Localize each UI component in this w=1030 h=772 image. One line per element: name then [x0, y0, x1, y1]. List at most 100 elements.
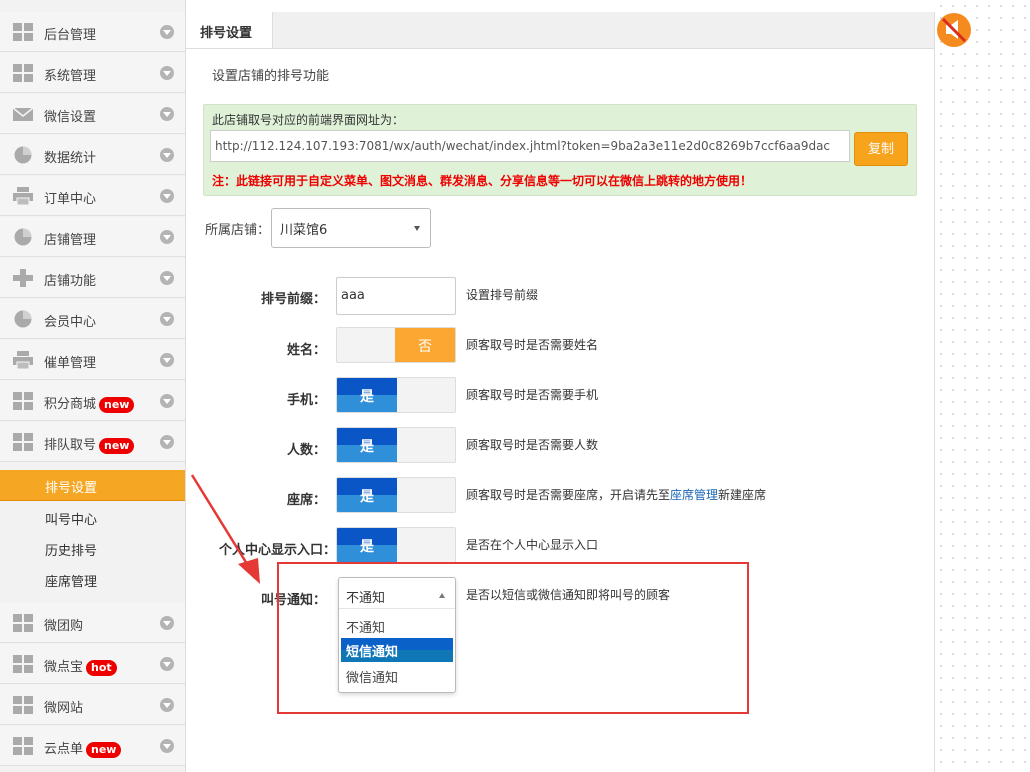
sidebar-item-text: 云点单	[44, 742, 84, 757]
sidebar-subitem[interactable]: 叫号中心	[0, 502, 185, 532]
badge-new: new	[86, 741, 122, 758]
sidebar-item-label: 数据统计	[44, 147, 96, 166]
sidebar-item-text: 微网站	[44, 701, 84, 716]
sidebar-item[interactable]: 后台管理	[0, 12, 185, 52]
sidebar-item-label: 后台管理	[44, 24, 96, 43]
url-box-note: 注：此链接可用于自定义菜单、图文消息、群发消息、分享信息等一切可以在微信上跳转的…	[212, 174, 753, 188]
sidebar-item-label: 微网站	[44, 697, 83, 716]
people-toggle[interactable]: 是	[336, 427, 456, 463]
sidebar-item[interactable]: 会员中心	[0, 299, 185, 339]
center-desc: 是否在个人中心显示入口	[466, 538, 599, 552]
chevron-down-icon	[160, 107, 174, 121]
sidebar-item[interactable]: 催单管理	[0, 340, 185, 380]
sidebar-item-text: 系统管理	[44, 69, 97, 84]
center-toggle[interactable]: 是	[336, 527, 456, 563]
center-toggle-on: 是	[337, 528, 397, 562]
dotted-background	[935, 0, 1030, 772]
chevron-down-icon	[160, 739, 174, 753]
pie-chart-icon	[13, 310, 33, 328]
grid-icon	[13, 392, 33, 410]
sidebar-item-text: 订单中心	[44, 192, 97, 207]
sidebar-item-text: 会员中心	[44, 315, 97, 330]
envelope-icon	[12, 105, 34, 123]
people-desc: 顾客取号时是否需要人数	[466, 438, 599, 452]
pie-chart-icon	[13, 228, 33, 246]
name-label: 姓名：	[286, 343, 326, 358]
chevron-down-icon	[160, 394, 174, 408]
seat-management-link[interactable]: 座席管理	[670, 488, 718, 502]
sidebar-item-label: 微信设置	[44, 106, 96, 125]
tab-queue-settings[interactable]: 排号设置	[186, 12, 273, 48]
tab-bar: 排号设置	[186, 12, 934, 49]
sidebar-item[interactable]: 积分商城 new	[0, 381, 185, 421]
sidebar-item-label: 排队取号 new	[44, 434, 135, 454]
tab-label: 排号设置	[200, 26, 253, 41]
name-toggle-off: 否	[395, 328, 455, 362]
sidebar-subitem[interactable]: 排号设置	[0, 470, 185, 501]
chevron-down-icon	[160, 189, 174, 203]
sidebar-item-label: 店铺管理	[44, 229, 96, 248]
top-annotation-clip	[140, 0, 600, 4]
chevron-down-icon	[160, 312, 174, 326]
sidebar-item-text: 店铺管理	[44, 233, 97, 248]
chevron-down-icon	[160, 148, 174, 162]
sidebar-subitem-label: 历史排号	[45, 544, 98, 559]
chevron-down-icon	[160, 271, 174, 285]
grid-icon	[13, 614, 33, 632]
store-select[interactable]: 川菜馆6	[271, 208, 431, 248]
people-toggle-on: 是	[337, 428, 397, 462]
copy-button[interactable]: 复制	[854, 132, 908, 166]
seat-desc: 顾客取号时是否需要座席，开启请先至座席管理新建座席	[466, 486, 766, 503]
pie-chart-icon	[13, 146, 33, 164]
store-select-value: 川菜馆6	[280, 223, 328, 238]
sidebar-item[interactable]: 店铺管理	[0, 217, 185, 257]
sidebar-item[interactable]: 云点单 new	[0, 726, 185, 766]
seat-toggle-on: 是	[337, 478, 397, 512]
sidebar-item[interactable]: 微网站	[0, 685, 185, 725]
sidebar-item-label: 云点单 new	[44, 738, 122, 758]
printer-icon	[13, 187, 33, 206]
grid-icon	[13, 737, 33, 755]
sidebar-item[interactable]: 订单中心	[0, 176, 185, 216]
sidebar-item-label: 积分商城 new	[44, 393, 135, 413]
chevron-down-icon	[160, 435, 174, 449]
prefix-label: 排号前缀：	[260, 292, 326, 307]
seat-toggle[interactable]: 是	[336, 477, 456, 513]
sidebar-item-text: 店铺功能	[44, 274, 97, 289]
sidebar-item[interactable]: 微团购	[0, 603, 185, 643]
grid-icon	[13, 655, 33, 673]
sidebar-item-label: 系统管理	[44, 65, 96, 84]
sidebar-item[interactable]: 排队取号 new	[0, 422, 185, 462]
grid-icon	[13, 433, 33, 451]
prefix-input[interactable]: aaa	[336, 277, 456, 315]
phone-toggle-on: 是	[337, 378, 397, 412]
sidebar-item[interactable]: 微点宝 hot	[0, 644, 185, 684]
seat-desc-pre: 顾客取号时是否需要座席，开启请先至	[466, 488, 671, 502]
sidebar-item-text: 催单管理	[44, 356, 97, 371]
frontend-url-field[interactable]: http://112.124.107.193:7081/wx/auth/wech…	[210, 130, 850, 162]
badge-new: new	[99, 437, 135, 454]
chevron-down-icon	[160, 698, 174, 712]
sidebar: 后台管理系统管理微信设置数据统计订单中心店铺管理店铺功能会员中心催单管理积分商城…	[0, 0, 186, 772]
sidebar-subitem-label: 座席管理	[45, 575, 98, 590]
sidebar-item-label: 微点宝 hot	[44, 656, 117, 676]
sidebar-subitem-label: 叫号中心	[45, 513, 98, 528]
sidebar-item-label: 催单管理	[44, 352, 96, 371]
grid-icon	[13, 696, 33, 714]
sidebar-item-text: 积分商城	[44, 397, 97, 412]
badge-hot: hot	[86, 659, 117, 676]
annotation-arrow-icon	[190, 474, 260, 584]
sidebar-item-label: 微团购	[44, 615, 83, 634]
sidebar-subitem[interactable]: 座席管理	[0, 564, 185, 594]
sidebar-item[interactable]: 系统管理	[0, 53, 185, 93]
name-toggle[interactable]: 否	[336, 327, 456, 363]
sidebar-item[interactable]: 微信设置	[0, 94, 185, 134]
sidebar-item[interactable]: 店铺功能	[0, 258, 185, 298]
sidebar-subitem[interactable]: 历史排号	[0, 533, 185, 563]
grid-icon	[13, 23, 33, 41]
phone-toggle[interactable]: 是	[336, 377, 456, 413]
sidebar-item-text: 后台管理	[44, 28, 97, 43]
sidebar-item[interactable]: 数据统计	[0, 135, 185, 175]
chevron-down-icon	[160, 657, 174, 671]
sound-mute-icon[interactable]	[936, 12, 972, 48]
